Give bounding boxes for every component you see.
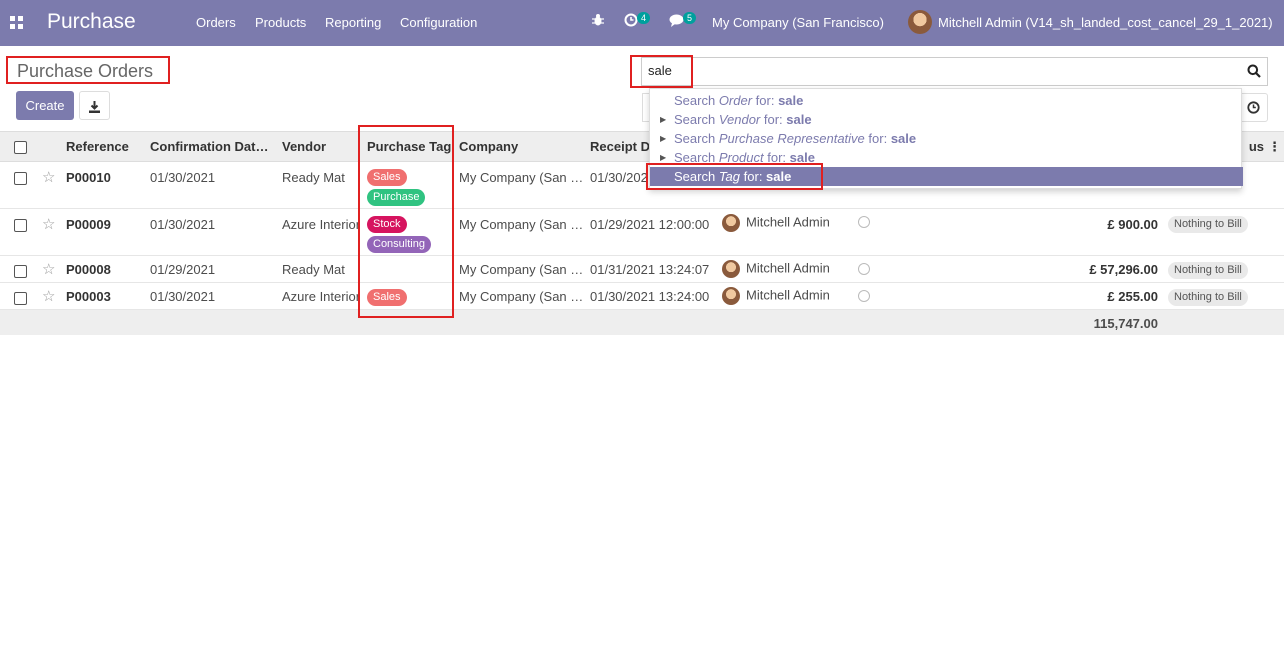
cell-amount: £ 900.00 bbox=[1064, 208, 1164, 256]
priority-star-icon[interactable]: ☆ bbox=[42, 288, 55, 305]
cell-date: 01/29/2021 bbox=[146, 255, 278, 283]
cell-company: My Company (San … bbox=[455, 208, 586, 256]
billing-status-badge: Nothing to Bill bbox=[1168, 216, 1248, 233]
cell-company: My Company (San … bbox=[455, 255, 586, 283]
activity-count-badge: 4 bbox=[637, 12, 651, 24]
cell-company: My Company (San … bbox=[455, 161, 586, 209]
activity-clock-icon[interactable] bbox=[858, 216, 870, 228]
debug-bug-icon[interactable] bbox=[592, 13, 604, 30]
cell-reference: P00008 bbox=[62, 255, 146, 283]
suggestion-mid: for: bbox=[760, 112, 787, 127]
cell-vendor: Ready Mat bbox=[278, 161, 363, 209]
tag-suggestion-highlight bbox=[646, 163, 823, 190]
create-button[interactable]: Create bbox=[16, 91, 74, 120]
activity-clock-icon[interactable] bbox=[858, 263, 870, 275]
header-vendor[interactable]: Vendor bbox=[278, 131, 363, 162]
cell-receipt-date: 01/31/2021 13:24:07 bbox=[586, 255, 718, 283]
suggestion-term: sale bbox=[786, 112, 812, 127]
cell-reference: P00009 bbox=[62, 208, 146, 256]
priority-star-icon[interactable]: ☆ bbox=[42, 261, 55, 278]
user-avatar[interactable] bbox=[908, 10, 932, 34]
cell-representative: Mitchell Admin bbox=[746, 260, 830, 276]
suggestion-purchase-representative[interactable]: ▶ Search Purchase Representative for: sa… bbox=[650, 129, 1243, 148]
cell-amount: £ 57,296.00 bbox=[1064, 255, 1164, 283]
export-download-button[interactable] bbox=[79, 91, 110, 120]
cell-date: 01/30/2021 bbox=[146, 161, 278, 209]
cell-vendor: Azure Interior bbox=[278, 208, 363, 256]
suggestion-prefix: Search bbox=[674, 93, 719, 108]
messages-chat-icon[interactable] bbox=[669, 14, 684, 30]
search-input[interactable] bbox=[648, 63, 1208, 78]
suggestion-term: sale bbox=[778, 93, 804, 108]
cell-vendor: Azure Interior bbox=[278, 282, 363, 310]
apps-menu-icon[interactable] bbox=[10, 16, 24, 30]
row-checkbox[interactable] bbox=[14, 292, 27, 306]
company-switcher[interactable]: My Company (San Francisco) bbox=[712, 15, 884, 30]
suggestion-field: Purchase Representative bbox=[718, 131, 865, 146]
activity-clock-icon[interactable] bbox=[624, 13, 638, 30]
table-row[interactable]: ☆ P00009 01/30/2021 Azure Interior Stock… bbox=[0, 208, 1284, 256]
clock-icon bbox=[1247, 101, 1260, 114]
cell-receipt-date: 01/30/2021 13:24:00 bbox=[586, 282, 718, 310]
menu-products[interactable]: Products bbox=[255, 15, 306, 30]
cell-date: 01/30/2021 bbox=[146, 282, 278, 310]
search-bar[interactable] bbox=[641, 57, 1268, 86]
suggestion-term: sale bbox=[890, 131, 917, 146]
billing-status-badge: Nothing to Bill bbox=[1168, 262, 1248, 279]
header-company[interactable]: Company bbox=[455, 131, 586, 162]
cell-company: My Company (San … bbox=[455, 282, 586, 310]
page-title: Purchase Orders bbox=[17, 61, 154, 81]
search-icon[interactable] bbox=[1247, 64, 1261, 78]
table-row[interactable]: ☆ P00008 01/29/2021 Ready Mat My Company… bbox=[0, 255, 1284, 283]
select-all-checkbox[interactable] bbox=[14, 141, 27, 155]
cell-reference: P00003 bbox=[62, 282, 146, 310]
activity-view-button[interactable] bbox=[1239, 93, 1268, 122]
suggestion-vendor[interactable]: ▶ Search Vendor for: sale bbox=[650, 110, 1243, 129]
row-checkbox[interactable] bbox=[14, 172, 27, 186]
expand-caret-icon[interactable]: ▶ bbox=[660, 110, 666, 129]
suggestion-order[interactable]: Search Order for: sale bbox=[650, 91, 1243, 110]
user-avatar bbox=[722, 287, 740, 305]
priority-star-icon[interactable]: ☆ bbox=[42, 216, 55, 233]
activity-clock-icon[interactable] bbox=[858, 290, 870, 302]
table-row[interactable]: ☆ P00003 01/30/2021 Azure Interior Sales… bbox=[0, 282, 1284, 310]
app-name[interactable]: Purchase bbox=[47, 10, 136, 34]
cell-date: 01/30/2021 bbox=[146, 208, 278, 256]
header-reference[interactable]: Reference bbox=[62, 131, 146, 162]
purchase-tag-column-highlight bbox=[358, 125, 454, 318]
billing-status-badge: Nothing to Bill bbox=[1168, 289, 1248, 306]
cell-representative: Mitchell Admin bbox=[746, 214, 830, 230]
user-menu[interactable]: Mitchell Admin (V14_sh_landed_cost_cance… bbox=[938, 15, 1273, 30]
cell-reference: P00010 bbox=[62, 161, 146, 209]
menu-configuration[interactable]: Configuration bbox=[400, 15, 477, 30]
top-navbar: Purchase Orders Products Reporting Confi… bbox=[0, 0, 1284, 46]
suggestion-field: Order bbox=[718, 93, 753, 108]
message-count-badge: 5 bbox=[683, 12, 697, 24]
suggestion-field: Vendor bbox=[718, 112, 761, 127]
download-icon bbox=[89, 100, 100, 113]
cell-receipt-date: 01/29/2021 12:00:00 bbox=[586, 208, 718, 256]
breadcrumb-highlight: Purchase Orders bbox=[6, 56, 170, 84]
menu-reporting[interactable]: Reporting bbox=[325, 15, 381, 30]
suggestion-prefix: Search bbox=[674, 131, 719, 146]
suggestion-mid: for: bbox=[752, 93, 779, 108]
cell-vendor: Ready Mat bbox=[278, 255, 363, 283]
suggestion-prefix: Search bbox=[674, 112, 719, 127]
user-avatar bbox=[722, 214, 740, 232]
grand-total: 115,747.00 bbox=[1064, 309, 1164, 335]
suggestion-mid: for: bbox=[864, 131, 891, 146]
row-checkbox[interactable] bbox=[14, 219, 27, 233]
cell-representative: Mitchell Admin bbox=[746, 287, 830, 303]
menu-orders[interactable]: Orders bbox=[196, 15, 236, 30]
priority-star-icon[interactable]: ☆ bbox=[42, 169, 55, 186]
totals-row: 115,747.00 bbox=[0, 309, 1284, 335]
header-confirmation-date[interactable]: Confirmation Dat… bbox=[146, 131, 278, 162]
expand-caret-icon[interactable]: ▶ bbox=[660, 129, 666, 148]
optional-columns-toggle[interactable]: ⋮ bbox=[1264, 131, 1284, 162]
search-input-highlight bbox=[630, 55, 693, 88]
cell-amount: £ 255.00 bbox=[1064, 282, 1164, 310]
row-checkbox[interactable] bbox=[14, 265, 27, 279]
user-avatar bbox=[722, 260, 740, 278]
